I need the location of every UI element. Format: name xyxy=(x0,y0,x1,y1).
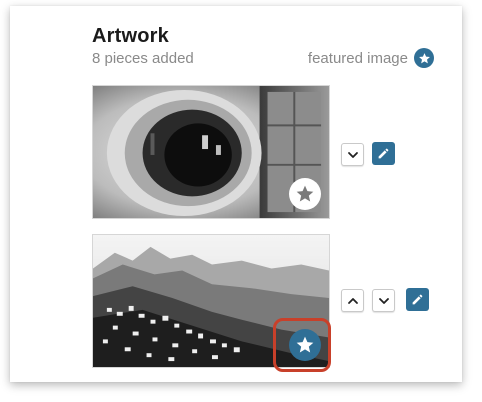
artwork-panel: Artwork 8 pieces added featured image xyxy=(10,6,462,382)
move-down-button-2[interactable] xyxy=(372,289,395,312)
chevron-down-icon xyxy=(347,149,359,161)
chevron-down-icon xyxy=(378,295,390,307)
pencil-icon xyxy=(411,293,424,306)
star-icon xyxy=(295,335,315,355)
move-up-button-2[interactable] xyxy=(341,289,364,312)
pencil-icon xyxy=(377,147,390,160)
chevron-up-icon xyxy=(347,295,359,307)
featured-image-label: featured image xyxy=(307,49,408,67)
move-down-button-1[interactable] xyxy=(341,143,364,166)
featured-image-legend: featured image xyxy=(308,48,434,68)
artwork-thumbnail-1[interactable] xyxy=(92,85,330,219)
edit-button-1[interactable] xyxy=(372,142,395,165)
edit-button-2[interactable] xyxy=(406,288,429,311)
star-icon xyxy=(414,48,434,68)
artwork-count: 8 pieces added xyxy=(92,50,194,67)
feature-toggle-2[interactable] xyxy=(289,329,321,361)
artwork-thumbnail-2[interactable] xyxy=(92,234,330,368)
feature-toggle-1[interactable] xyxy=(289,178,321,210)
star-icon xyxy=(295,184,315,204)
section-title: Artwork xyxy=(92,25,169,47)
